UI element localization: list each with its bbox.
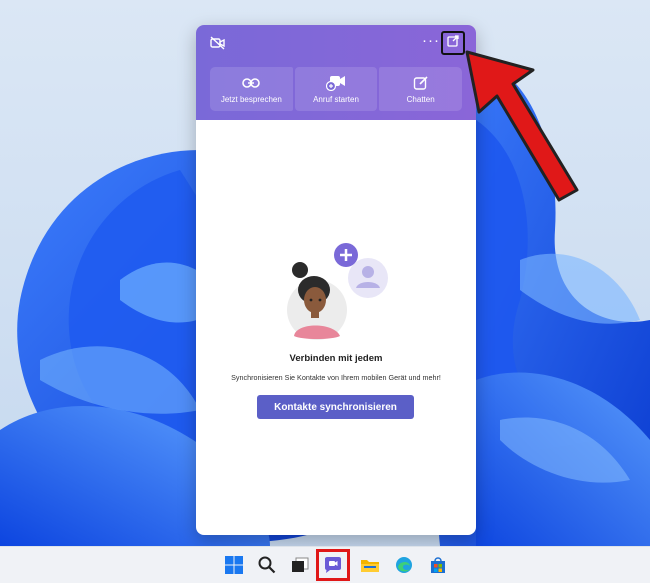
chat-label: Chatten <box>406 94 435 104</box>
more-icon[interactable]: ··· <box>422 33 440 48</box>
start-call-button[interactable]: Anruf starten <box>294 67 378 111</box>
task-view-icon[interactable] <box>286 551 314 579</box>
taskbar <box>0 546 650 583</box>
file-explorer-icon[interactable] <box>356 551 384 579</box>
empty-state-title: Verbinden mit jedem <box>289 353 383 364</box>
camera-off-icon[interactable] <box>210 36 226 50</box>
start-call-label: Anruf starten <box>313 94 359 104</box>
flyout-header: ··· Jetzt besprechen Anruf starten Chatt… <box>196 25 476 120</box>
edge-icon[interactable] <box>390 551 418 579</box>
video-call-icon <box>326 75 346 91</box>
start-icon[interactable] <box>220 551 248 579</box>
chat-flyout: ··· Jetzt besprechen Anruf starten Chatt… <box>196 25 476 535</box>
meet-now-button[interactable]: Jetzt besprechen <box>210 67 293 111</box>
compose-icon <box>413 75 429 91</box>
quick-actions: Jetzt besprechen Anruf starten Chatten <box>210 67 463 111</box>
store-icon[interactable] <box>424 551 452 579</box>
meet-now-label: Jetzt besprechen <box>220 94 282 104</box>
chat-button[interactable]: Chatten <box>379 67 463 111</box>
search-icon[interactable] <box>253 551 281 579</box>
sync-contacts-button[interactable]: Kontakte synchronisieren <box>257 395 414 419</box>
chat-icon-highlight <box>316 549 350 581</box>
red-arrow <box>455 40 595 220</box>
contacts-illustration <box>282 240 392 360</box>
empty-state-subtitle: Synchronisieren Sie Kontakte von Ihrem m… <box>231 373 441 382</box>
link-icon <box>242 75 261 91</box>
